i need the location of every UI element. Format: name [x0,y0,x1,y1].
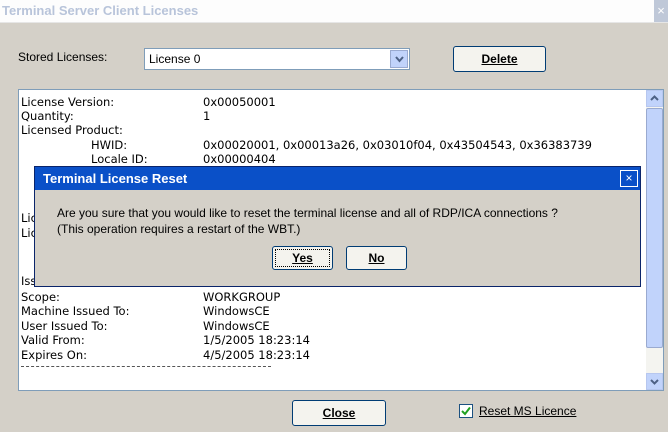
close-button-label: Close [322,406,356,420]
scroll-up-button[interactable] [646,90,663,107]
license-window: Terminal Server Client Licenses × Stored… [0,0,668,432]
detail-value: 0x00020001, 0x00013a26, 0x03010f04, 0x43… [203,138,592,152]
chevron-down-icon[interactable] [390,50,408,68]
reset-ms-licence-label[interactable]: Reset MS Licence [479,404,576,418]
detail-key: User Issued To: [21,319,108,333]
dialog-title: Terminal License Reset [43,171,188,186]
checkmark-icon [461,406,471,416]
window-close-icon[interactable]: × [654,0,668,22]
detail-key: Licensed Product: [21,123,123,137]
detail-key: Quantity: [21,109,74,123]
scroll-down-button[interactable] [646,373,663,390]
detail-key: Machine Issued To: [21,304,130,318]
detail-key: Locale ID: [91,152,148,166]
reset-ms-licence-checkbox[interactable] [459,404,473,418]
dialog-message-line2: (This operation requires a restart of th… [57,222,301,236]
detail-key: Expires On: [21,348,87,362]
no-button[interactable]: No [346,246,407,270]
window-title: Terminal Server Client Licenses [2,3,199,18]
stored-licenses-value: License 0 [149,52,201,66]
detail-value: 0x00000404 [203,152,276,166]
stored-licenses-label: Stored Licenses: [18,50,108,64]
separator-line [21,366,271,367]
detail-value: WORKGROUP [203,290,281,304]
chevron-up-icon [650,95,659,101]
vertical-scrollbar[interactable] [646,90,663,390]
stored-licenses-dropdown[interactable]: License 0 [144,48,410,70]
detail-value: 1 [203,109,211,123]
detail-key: License Version: [21,95,115,109]
detail-value: WindowsCE [203,319,270,333]
detail-key: HWID: [91,138,128,152]
chevron-down-icon [650,379,659,385]
detail-value: 0x00050001 [203,95,276,109]
dialog-message-line1: Are you sure that you would like to rese… [57,206,558,220]
dialog-titlebar: Terminal License Reset × [35,167,640,190]
delete-button[interactable]: Delete [453,46,546,72]
yes-button[interactable]: Yes [272,246,333,270]
reset-confirm-dialog: Terminal License Reset × Are you sure th… [34,166,641,287]
close-button[interactable]: Close [292,400,386,426]
detail-key: Scope: [21,290,60,304]
scroll-thumb[interactable] [646,108,663,348]
no-button-label: No [368,251,385,265]
delete-button-label: Delete [481,52,518,66]
window-titlebar: Terminal Server Client Licenses × [0,0,668,23]
detail-value: WindowsCE [203,304,270,318]
detail-key: Valid From: [21,333,85,347]
yes-button-label: Yes [292,251,313,265]
detail-value: 4/5/2005 18:23:14 [203,348,310,362]
dialog-close-icon[interactable]: × [620,170,638,187]
detail-value: 1/5/2005 18:23:14 [203,333,310,347]
